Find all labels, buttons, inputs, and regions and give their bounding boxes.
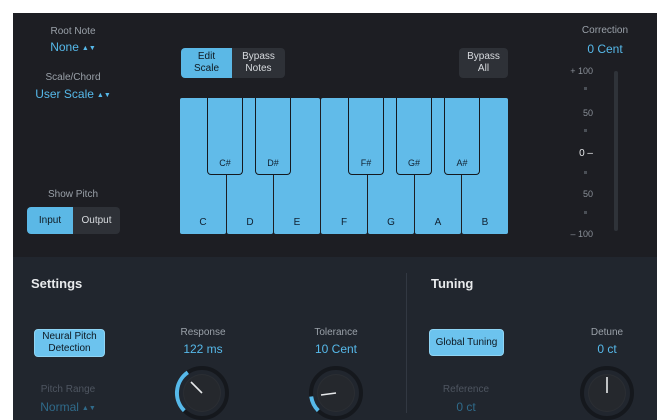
scale-keyboard: C D E F G A B C# D# F# G# A# bbox=[180, 98, 509, 234]
key-label: C# bbox=[219, 158, 231, 168]
response-knob[interactable] bbox=[174, 365, 230, 420]
detune-label: Detune bbox=[590, 327, 624, 338]
show-pitch-input-button[interactable]: Input bbox=[27, 207, 73, 234]
key-label: G# bbox=[407, 158, 420, 168]
show-pitch-label: Show Pitch bbox=[47, 189, 99, 200]
root-note-selector[interactable]: None ▲▼ bbox=[33, 40, 113, 54]
scale-chord-label: Scale/Chord bbox=[45, 72, 101, 83]
global-tuning-button[interactable]: Global Tuning bbox=[429, 329, 504, 356]
meter-scale-bottom: – 100 bbox=[570, 229, 593, 239]
key-label: A# bbox=[456, 158, 468, 168]
up-down-arrows-icon: ▲▼ bbox=[96, 92, 111, 99]
up-down-arrows-icon: ▲▼ bbox=[81, 405, 96, 412]
meter-tick bbox=[584, 171, 587, 174]
black-key-g-sharp[interactable]: G# bbox=[396, 98, 432, 175]
key-label: F bbox=[340, 217, 348, 228]
bottom-panel: Settings Tuning Neural Pitch Detection P… bbox=[13, 257, 657, 420]
pitch-correction-plugin: Root Note None ▲▼ Scale/Chord User Scale ▲… bbox=[13, 13, 657, 420]
key-label: G bbox=[387, 217, 395, 228]
neural-pitch-detection-button[interactable]: Neural Pitch Detection bbox=[34, 329, 105, 357]
key-label: D# bbox=[267, 158, 279, 168]
pitch-range-selector[interactable]: Normal ▲▼ bbox=[28, 400, 108, 414]
pitch-range-label: Pitch Range bbox=[40, 384, 96, 395]
key-label: D bbox=[246, 217, 254, 228]
black-key-d-sharp[interactable]: D# bbox=[255, 98, 291, 175]
key-label: F# bbox=[360, 158, 372, 168]
edit-scale-button[interactable]: Edit Scale bbox=[181, 48, 232, 78]
scale-chord-selector[interactable]: User Scale ▲▼ bbox=[18, 87, 128, 101]
tolerance-label: Tolerance bbox=[314, 327, 358, 338]
up-down-arrows-icon: ▲▼ bbox=[81, 45, 96, 52]
detune-knob[interactable] bbox=[579, 365, 635, 420]
bypass-notes-button[interactable]: Bypass Notes bbox=[232, 48, 285, 78]
bypass-all-button[interactable]: Bypass All bbox=[459, 48, 508, 78]
section-divider bbox=[406, 273, 407, 413]
black-key-c-sharp[interactable]: C# bbox=[207, 98, 243, 175]
meter-tick bbox=[584, 211, 587, 214]
meter-tick bbox=[584, 87, 587, 90]
meter-tick bbox=[584, 129, 587, 132]
show-pitch-output-button[interactable]: Output bbox=[73, 207, 120, 234]
root-note-value: None bbox=[50, 40, 79, 54]
root-note-label: Root Note bbox=[50, 26, 96, 37]
top-panel: Root Note None ▲▼ Scale/Chord User Scale ▲… bbox=[13, 13, 657, 257]
tolerance-value: 10 Cent bbox=[314, 342, 358, 356]
correction-label: Correction bbox=[581, 25, 629, 36]
response-value: 122 ms bbox=[183, 342, 223, 356]
key-label: B bbox=[481, 217, 489, 228]
meter-scale-50-upper: 50 bbox=[582, 108, 593, 118]
reference-label: Reference bbox=[442, 384, 490, 395]
meter-scale-50-lower: 50 bbox=[582, 189, 593, 199]
black-key-f-sharp[interactable]: F# bbox=[348, 98, 384, 175]
pitch-range-value: Normal bbox=[40, 400, 79, 414]
black-key-a-sharp[interactable]: A# bbox=[444, 98, 480, 175]
correction-value: 0 Cent bbox=[587, 42, 623, 56]
meter-scale-top: + 100 bbox=[570, 66, 593, 76]
key-label: A bbox=[434, 217, 442, 228]
meter-scale-zero: 0 – bbox=[579, 148, 593, 159]
correction-meter: + 100 50 0 – 50 – 100 bbox=[553, 63, 623, 239]
scale-chord-value: User Scale bbox=[35, 87, 94, 101]
tuning-title: Tuning bbox=[431, 276, 474, 291]
reference-value: 0 ct bbox=[456, 400, 476, 414]
meter-bar bbox=[614, 71, 618, 231]
key-label: E bbox=[293, 217, 301, 228]
response-label: Response bbox=[180, 327, 226, 338]
detune-value: 0 ct bbox=[597, 342, 617, 356]
tolerance-knob[interactable] bbox=[308, 365, 364, 420]
settings-title: Settings bbox=[31, 276, 83, 291]
key-label: C bbox=[199, 217, 207, 228]
